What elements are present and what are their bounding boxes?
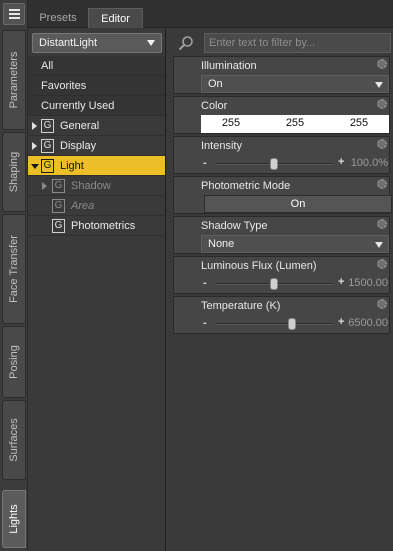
- group-icon: G: [41, 159, 54, 173]
- side-tab-parameters[interactable]: Parameters: [2, 30, 26, 130]
- panel-menu-icon[interactable]: [3, 3, 25, 25]
- tree-item-light[interactable]: G Light: [28, 156, 165, 176]
- slider-knob[interactable]: [287, 318, 296, 330]
- filter-bar: [174, 32, 391, 54]
- tree-item-area[interactable]: G Area: [28, 196, 165, 216]
- color-red-value: 255: [221, 117, 241, 129]
- temperature-value[interactable]: 6500.00: [348, 317, 388, 329]
- side-tab-face-transfer[interactable]: Face Transfer: [2, 214, 26, 324]
- property-illumination: Illumination On: [173, 56, 390, 94]
- tree-item-photometrics[interactable]: G Photometrics: [28, 216, 165, 236]
- collapse-arrow-icon[interactable]: [31, 164, 39, 169]
- property-photometric-mode: Photometric Mode On: [173, 176, 392, 214]
- color-swatch[interactable]: 255 255 255: [201, 115, 389, 133]
- color-green-value: 255: [285, 117, 305, 129]
- group-currently-used[interactable]: Currently Used: [28, 96, 165, 116]
- luminous-flux-value[interactable]: 1500.00: [348, 277, 388, 289]
- group-icon: G: [41, 119, 54, 133]
- gear-icon[interactable]: [377, 139, 387, 149]
- increment-button[interactable]: +: [338, 276, 344, 288]
- illumination-dropdown[interactable]: On: [201, 75, 389, 93]
- gear-icon[interactable]: [377, 299, 387, 309]
- intensity-value[interactable]: 100.0%: [351, 157, 388, 169]
- chevron-down-icon: [147, 40, 155, 46]
- side-tab-posing[interactable]: Posing: [2, 326, 26, 398]
- side-tab-surfaces[interactable]: Surfaces: [2, 400, 26, 480]
- gear-icon[interactable]: [377, 219, 387, 229]
- decrement-button[interactable]: -: [203, 317, 207, 329]
- side-tab-shaping[interactable]: Shaping: [2, 132, 26, 212]
- slider-track[interactable]: [215, 323, 333, 325]
- search-icon[interactable]: [178, 35, 194, 51]
- shadow-type-dropdown[interactable]: None: [201, 235, 389, 253]
- property-shadow-type: Shadow Type None: [173, 216, 390, 254]
- decrement-button[interactable]: -: [203, 157, 207, 169]
- side-tab-column: Parameters Shaping Face Transfer Posing …: [0, 0, 28, 551]
- property-intensity: Intensity - + 100.0%: [173, 136, 390, 174]
- tab-presets[interactable]: Presets: [30, 8, 86, 28]
- temperature-slider[interactable]: - + 6500.00: [201, 315, 389, 333]
- side-tab-lights[interactable]: Lights: [2, 490, 26, 548]
- group-icon: G: [52, 179, 65, 193]
- tab-editor[interactable]: Editor: [88, 8, 143, 28]
- group-icon: G: [52, 219, 65, 233]
- gear-icon[interactable]: [377, 259, 387, 269]
- luminous-flux-slider[interactable]: - + 1500.00: [201, 275, 389, 293]
- tree-item-display[interactable]: G Display: [28, 136, 165, 156]
- expand-arrow-icon[interactable]: [32, 122, 37, 130]
- property-editor-panel: Illumination On Color 255 255 255 Intens…: [170, 29, 393, 551]
- node-dropdown-value: DistantLight: [39, 37, 98, 49]
- group-icon: G: [41, 139, 54, 153]
- expand-arrow-icon[interactable]: [32, 142, 37, 150]
- tree-item-shadow[interactable]: G Shadow: [28, 176, 165, 196]
- chevron-down-icon: [375, 242, 383, 248]
- chevron-down-icon: [375, 82, 383, 88]
- gear-icon[interactable]: [377, 99, 387, 109]
- photometric-toggle[interactable]: On: [204, 195, 392, 213]
- tree-item-general[interactable]: G General: [28, 116, 165, 136]
- group-all[interactable]: All: [28, 56, 165, 76]
- expand-arrow-icon[interactable]: [42, 182, 47, 190]
- decrement-button[interactable]: -: [203, 277, 207, 289]
- node-dropdown[interactable]: DistantLight: [32, 33, 162, 53]
- filter-input[interactable]: [204, 33, 391, 53]
- gear-icon[interactable]: [377, 59, 387, 69]
- group-favorites[interactable]: Favorites: [28, 76, 165, 96]
- slider-knob[interactable]: [270, 278, 278, 290]
- property-color: Color 255 255 255: [173, 96, 390, 134]
- increment-button[interactable]: +: [338, 156, 344, 168]
- property-groups-panel: DistantLight All Favorites Currently Use…: [28, 29, 166, 551]
- property-luminous-flux: Luminous Flux (Lumen) - + 1500.00: [173, 256, 390, 294]
- group-icon: G: [52, 199, 65, 213]
- top-tab-bar: Presets Editor: [28, 0, 393, 28]
- intensity-slider[interactable]: - + 100.0%: [201, 155, 389, 173]
- increment-button[interactable]: +: [338, 316, 344, 328]
- color-blue-value: 255: [349, 117, 369, 129]
- slider-knob[interactable]: [270, 158, 278, 170]
- property-temperature: Temperature (K) - + 6500.00: [173, 296, 390, 334]
- gear-icon[interactable]: [377, 179, 387, 189]
